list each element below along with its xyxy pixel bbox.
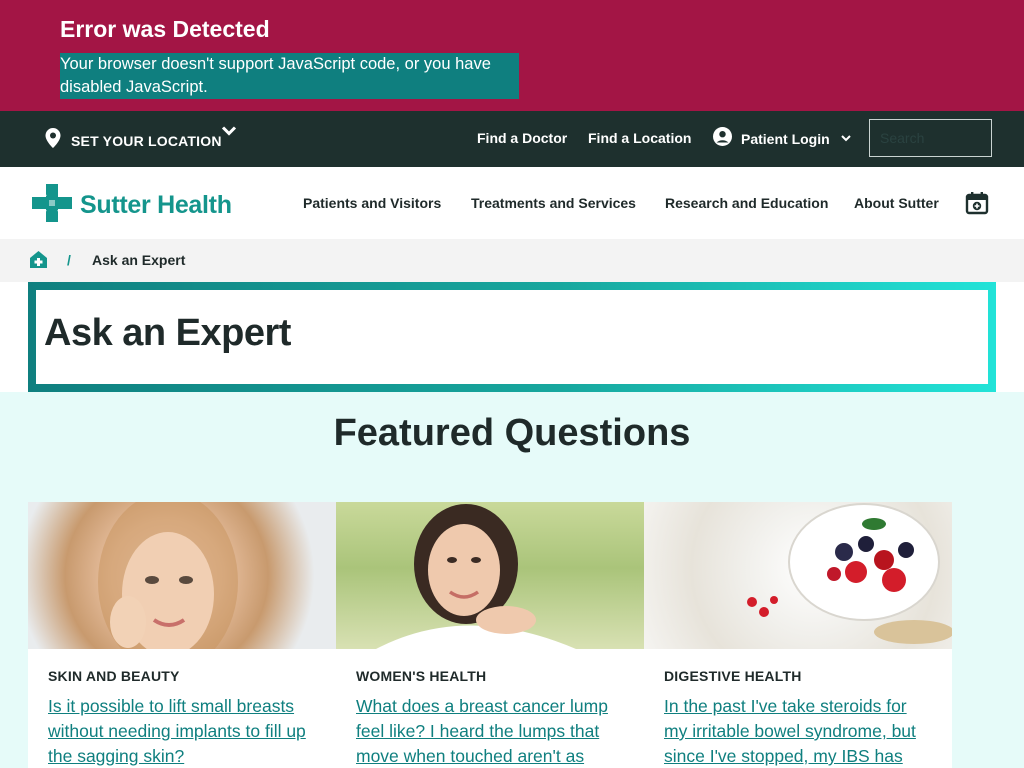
page-title: Ask an Expert (44, 312, 291, 354)
chevron-down-icon (220, 121, 238, 148)
card-question-link[interactable]: In the past I've take steroids for my ir… (664, 694, 932, 768)
card-category: WOMEN'S HEALTH (356, 668, 487, 684)
chevron-down-icon (840, 130, 852, 148)
error-banner: Error was Detected Your browser doesn't … (0, 0, 1024, 111)
question-card: WOMEN'S HEALTH What does a breast cancer… (336, 502, 644, 768)
main-nav: Sutter Health Patients and Visitors Trea… (0, 167, 1024, 239)
utility-bar: SET YOUR LOCATION Find a Doctor Find a L… (0, 111, 1024, 167)
find-location-link[interactable]: Find a Location (588, 130, 691, 146)
card-question-link[interactable]: Is it possible to lift small breasts wit… (48, 694, 316, 768)
sutter-cross-logo-icon (32, 184, 72, 227)
set-location-button[interactable]: SET YOUR LOCATION (44, 126, 237, 154)
home-icon[interactable] (29, 250, 48, 274)
calendar-plus-icon[interactable] (964, 190, 990, 216)
map-pin-icon (44, 127, 62, 154)
nav-about-sutter[interactable]: About Sutter (854, 195, 939, 211)
user-circle-icon (713, 127, 732, 151)
sutter-health-logo[interactable]: Sutter Health (32, 184, 232, 227)
yogurt-berries-bowl-photo (644, 502, 952, 649)
breadcrumb-current: Ask an Expert (92, 252, 186, 268)
nav-treatments-services[interactable]: Treatments and Services (471, 195, 636, 211)
breadcrumb-separator: / (67, 252, 71, 268)
set-location-label: SET YOUR LOCATION (71, 132, 222, 149)
card-category: DIGESTIVE HEALTH (664, 668, 802, 684)
question-card: SKIN AND BEAUTY Is it possible to lift s… (28, 502, 336, 768)
featured-questions-section: Featured Questions SKIN AND BEAUTY Is it… (0, 392, 1024, 768)
question-card: DIGESTIVE HEALTH In the past I've take s… (644, 502, 952, 768)
featured-title: Featured Questions (333, 412, 691, 454)
error-message: Your browser doesn't support JavaScript … (60, 53, 519, 99)
patient-login-label: Patient Login (741, 131, 830, 147)
card-category: SKIN AND BEAUTY (48, 668, 180, 684)
woman-portrait-photo (28, 502, 336, 649)
nav-patients-visitors[interactable]: Patients and Visitors (303, 195, 441, 211)
page-title-frame: Ask an Expert (28, 282, 996, 392)
error-title: Error was Detected (60, 16, 270, 42)
page-title-box: Ask an Expert (36, 290, 988, 384)
smiling-woman-outdoors-photo (336, 502, 644, 649)
find-doctor-link[interactable]: Find a Doctor (477, 130, 567, 146)
breadcrumb: / Ask an Expert (0, 239, 1024, 282)
search-input[interactable] (869, 119, 992, 157)
patient-login-button[interactable]: Patient Login (713, 127, 852, 151)
nav-research-education[interactable]: Research and Education (665, 195, 828, 211)
card-question-link[interactable]: What does a breast cancer lump feel like… (356, 694, 624, 768)
brand-name: Sutter Health (80, 191, 232, 219)
